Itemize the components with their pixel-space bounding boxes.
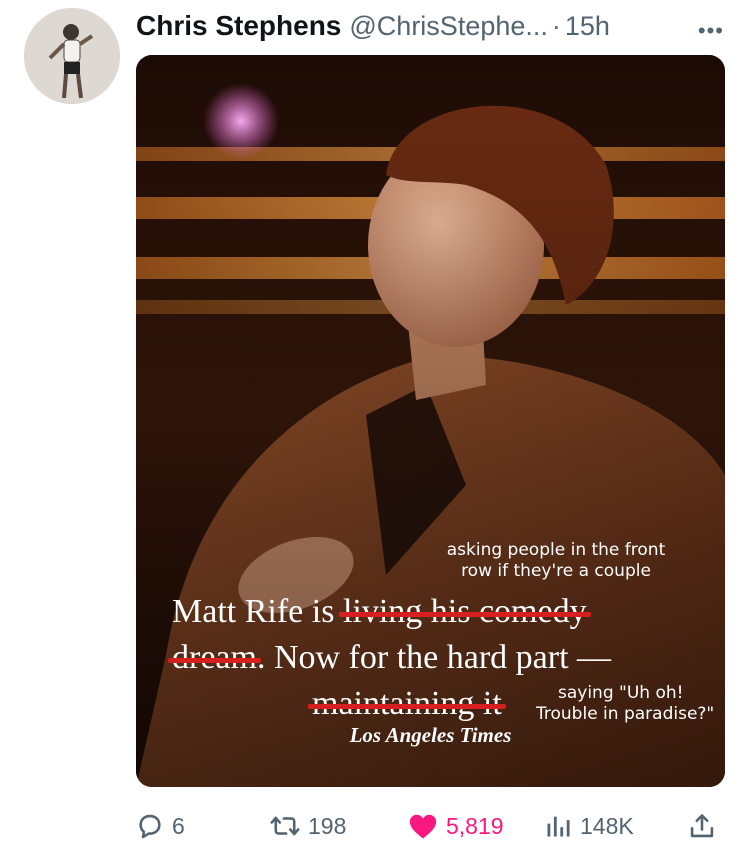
repost-button[interactable]: 198 — [270, 806, 346, 846]
caption-top: asking people in the front row if they'r… — [406, 540, 706, 582]
more-horizontal-icon[interactable]: ••• — [698, 18, 724, 44]
headline-part-1: Matt Rife is — [172, 593, 343, 630]
author-handle[interactable]: @ChrisStephe... — [349, 11, 548, 42]
analytics-icon — [547, 816, 570, 837]
share-icon — [690, 814, 714, 838]
views-button[interactable]: 148K — [544, 806, 634, 846]
tweet-header: Chris Stephens @ChrisStephe... · 15h ••• — [136, 6, 730, 46]
tweet-media[interactable]: asking people in the front row if they'r… — [136, 55, 725, 787]
like-count: 5,819 — [446, 812, 504, 839]
like-button[interactable]: 5,819 — [408, 806, 504, 846]
headline-strike-1: living his comedy — [342, 593, 587, 630]
reply-button[interactable]: 6 — [136, 806, 185, 846]
repost-icon — [270, 816, 300, 836]
caption-bottom: saying "Uh oh! Trouble in paradise?" — [536, 683, 722, 725]
reply-icon — [139, 814, 161, 839]
avatar-photo — [24, 8, 120, 104]
time-separator: · — [551, 10, 561, 41]
repost-count: 198 — [308, 812, 347, 839]
headline-part-2: . Now for the hard part — — [256, 639, 612, 676]
caption-bottom-line-1: saying "Uh oh! — [558, 683, 684, 703]
reply-count: 6 — [172, 812, 185, 839]
heart-icon — [409, 814, 437, 839]
publisher-logo: Los Angeles Times — [349, 723, 512, 747]
caption-top-line-1: asking people in the front — [446, 540, 666, 560]
caption-top-line-2: row if they're a couple — [461, 561, 651, 581]
author-name[interactable]: Chris Stephens — [136, 10, 341, 42]
author-avatar[interactable] — [24, 8, 120, 104]
headline-strike-3: maintaining it — [312, 685, 502, 722]
tweet-actions: 6 198 5,819 148K — [136, 806, 725, 846]
tweet-time[interactable]: 15h — [565, 11, 610, 42]
headline-strike-2: dream — [172, 639, 257, 676]
view-count: 148K — [580, 812, 634, 839]
share-button[interactable] — [688, 806, 724, 846]
caption-bottom-line-2: Trouble in paradise?" — [536, 704, 715, 724]
